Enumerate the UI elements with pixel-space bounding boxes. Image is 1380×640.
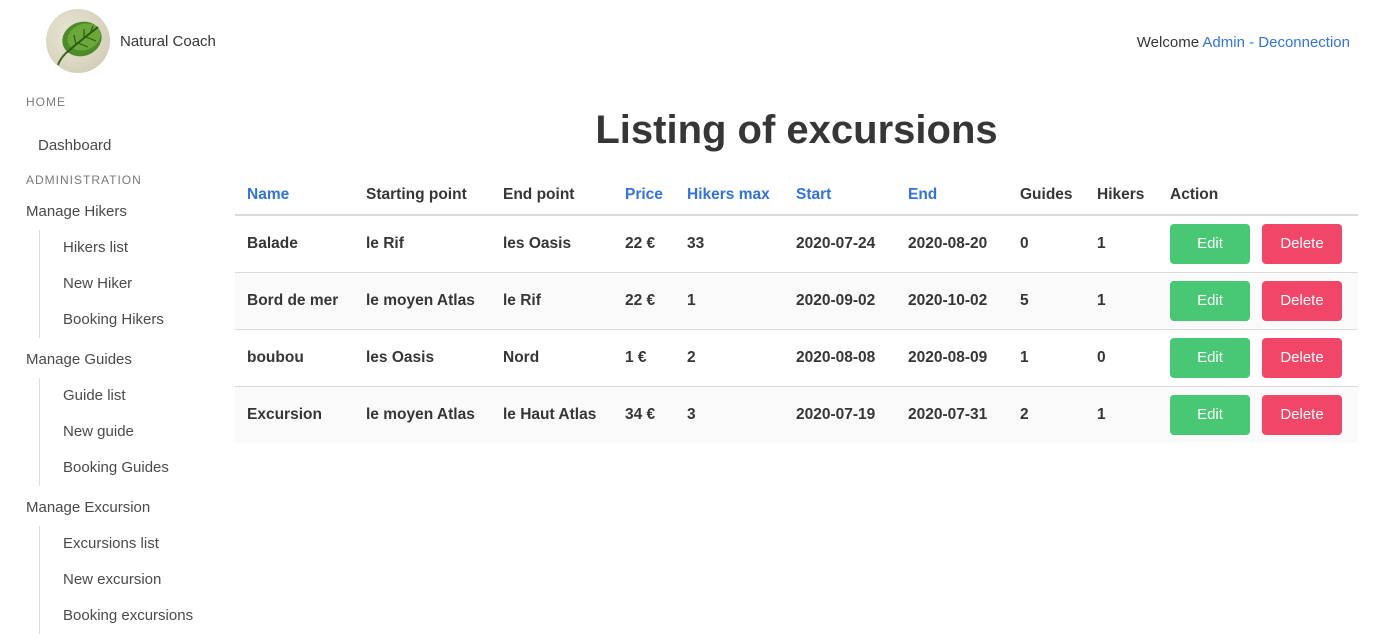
cell-starting-point: le Rif [354,215,491,273]
cell-end: 2020-08-09 [896,329,1008,387]
cell-end: 2020-08-20 [896,215,1008,273]
sidebar-item-excursions-list[interactable]: Excursions list [63,526,216,562]
edit-button[interactable]: Edit [1170,338,1250,378]
cell-hikers: 1 [1085,386,1158,443]
logout-link[interactable]: Deconnection [1258,34,1350,51]
table-header-row: Name Starting point End point Price Hike… [235,176,1358,216]
table-row: Excursion le moyen Atlas le Haut Atlas 34 €… [235,386,1358,443]
cell-name: Excursion [235,386,354,443]
sidebar-item-manage-hikers[interactable]: Manage Hikers [26,201,216,223]
cell-end-point: Nord [491,329,613,387]
cell-hikers: 0 [1085,329,1158,387]
cell-name: boubou [235,329,354,387]
column-header-end-point: End point [491,176,613,216]
delete-button[interactable]: Delete [1262,281,1342,321]
cell-end-point: le Haut Atlas [491,386,613,443]
cell-guides: 2 [1008,386,1085,443]
cell-hikers: 1 [1085,215,1158,273]
welcome-text: Welcome [1136,34,1203,51]
sidebar-item-new-hiker[interactable]: New Hiker [63,266,216,302]
sidebar-item-manage-excursion[interactable]: Manage Excursion [26,497,216,519]
sidebar-item-booking-excursions[interactable]: Booking excursions [63,598,216,634]
cell-action: Edit Delete [1158,215,1358,273]
column-header-action: Action [1158,176,1358,216]
cell-price: 22 € [613,215,675,273]
cell-starting-point: le moyen Atlas [354,272,491,330]
leaf-icon [46,9,110,73]
delete-button[interactable]: Delete [1262,338,1342,378]
edit-button[interactable]: Edit [1170,395,1250,435]
brand[interactable]: Natural Coach [46,9,216,73]
column-header-name[interactable]: Name [235,176,354,216]
cell-end: 2020-07-31 [896,386,1008,443]
table-row: boubou les Oasis Nord 1 €2 2020-08-08 2020-08… [235,329,1358,387]
column-header-starting-point: Starting point [354,176,491,216]
cell-hikers-max: 1 [675,272,784,330]
edit-button[interactable]: Edit [1170,224,1250,264]
cell-start: 2020-08-08 [784,329,896,387]
cell-price: 34 € [613,386,675,443]
separator: - [1244,34,1259,51]
sidebar-item-booking-hikers[interactable]: Booking Hikers [63,302,216,338]
sidebar-item-guide-list[interactable]: Guide list [63,378,216,414]
cell-price: 22 € [613,272,675,330]
sidebar-item-dashboard[interactable]: Dashboard [26,135,216,157]
edit-button[interactable]: Edit [1170,281,1250,321]
sidebar-item-booking-guides[interactable]: Booking Guides [63,450,216,486]
cell-end-point: le Rif [491,272,613,330]
cell-guides: 0 [1008,215,1085,273]
table-row: Balade le Rif les Oasis 22 €33 2020-07-24 202… [235,215,1358,273]
column-header-start[interactable]: Start [784,176,896,216]
delete-button[interactable]: Delete [1262,395,1342,435]
excursions-table: Name Starting point End point Price Hike… [235,176,1358,443]
cell-starting-point: les Oasis [354,329,491,387]
cell-start: 2020-09-02 [784,272,896,330]
cell-starting-point: le moyen Atlas [354,386,491,443]
column-header-hikers-max[interactable]: Hikers max [675,176,784,216]
submenu-guides: Guide list New guide Booking Guides [39,378,216,486]
cell-start: 2020-07-24 [784,215,896,273]
sidebar-menu: Home Dashboard Administration Manage Hik… [26,95,216,634]
sidebar-item-manage-guides[interactable]: Manage Guides [26,349,216,371]
cell-end-point: les Oasis [491,215,613,273]
cell-hikers-max: 3 [675,386,784,443]
cell-hikers-max: 33 [675,215,784,273]
cell-action: Edit Delete [1158,272,1358,330]
brand-name[interactable]: Natural Coach [120,33,216,50]
page-title: Listing of excursions [595,108,998,152]
cell-hikers: 1 [1085,272,1158,330]
cell-guides: 1 [1008,329,1085,387]
sidebar-item-hikers-list[interactable]: Hikers list [63,230,216,266]
submenu-hikers: Hikers list New Hiker Booking Hikers [39,230,216,338]
cell-end: 2020-10-02 [896,272,1008,330]
menu-label-administration: Administration [26,173,142,187]
cell-price: 1 € [613,329,675,387]
cell-action: Edit Delete [1158,386,1358,443]
column-header-end[interactable]: End [896,176,1008,216]
column-header-guides: Guides [1008,176,1085,216]
user-bar: Welcome Admin - Deconnection [1137,34,1350,51]
column-header-hikers: Hikers [1085,176,1158,216]
sidebar-item-new-excursion[interactable]: New excursion [63,562,216,598]
cell-guides: 5 [1008,272,1085,330]
table-row: Bord de mer le moyen Atlas le Rif 22 €1 2020… [235,272,1358,330]
sidebar-item-new-guide[interactable]: New guide [63,414,216,450]
menu-label-home: Home [26,95,66,109]
cell-hikers-max: 2 [675,329,784,387]
column-header-price[interactable]: Price [613,176,675,216]
cell-action: Edit Delete [1158,329,1358,387]
excursions-tbody: Balade le Rif les Oasis 22 €33 2020-07-24 202… [235,215,1358,443]
cell-name: Balade [235,215,354,273]
user-link[interactable]: Admin [1202,34,1245,51]
cell-start: 2020-07-19 [784,386,896,443]
cell-name: Bord de mer [235,272,354,330]
delete-button[interactable]: Delete [1262,224,1342,264]
submenu-excursion: Excursions list New excursion Booking ex… [39,526,216,634]
